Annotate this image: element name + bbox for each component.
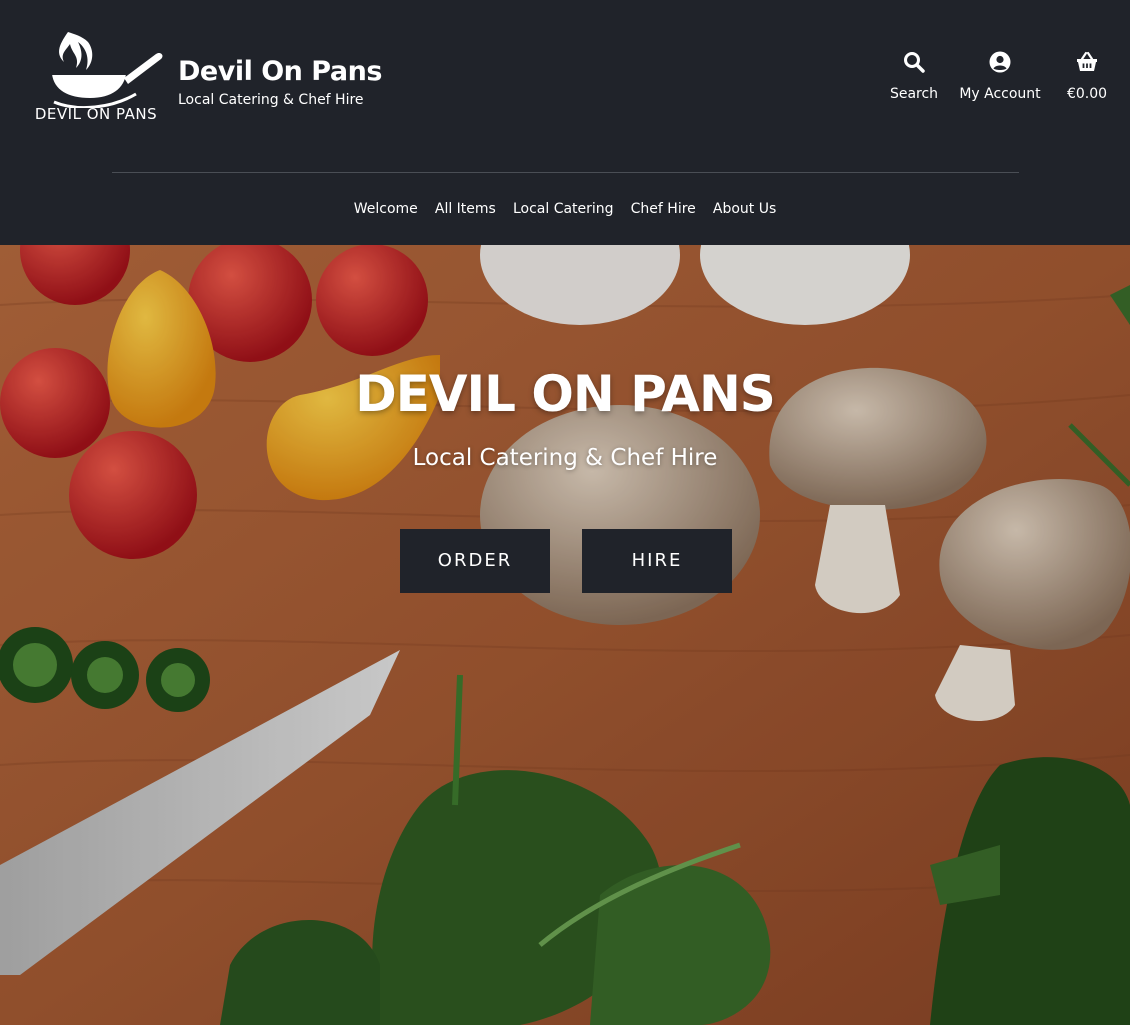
- nav-chef-hire[interactable]: Chef Hire: [631, 201, 696, 217]
- hero-background-image: [0, 245, 1130, 1025]
- logo-text: DEVIL ON PANS: [34, 105, 158, 123]
- nav-welcome[interactable]: Welcome: [354, 201, 418, 217]
- cart-button[interactable]: €0.00: [1062, 50, 1112, 102]
- site-logo[interactable]: DEVIL ON PANS: [28, 28, 168, 126]
- hero-banner: DEVIL ON PANS Local Catering & Chef Hire…: [0, 245, 1130, 1025]
- nav-all-items[interactable]: All Items: [435, 201, 496, 217]
- order-button[interactable]: ORDER: [400, 529, 550, 593]
- main-nav: Welcome All Items Local Catering Chef Hi…: [0, 198, 1130, 217]
- account-icon: [989, 51, 1011, 73]
- nav-local-catering[interactable]: Local Catering: [513, 201, 614, 217]
- hero-subtitle: Local Catering & Chef Hire: [412, 445, 718, 471]
- nav-about-us[interactable]: About Us: [713, 201, 776, 217]
- search-button[interactable]: Search: [887, 50, 941, 102]
- hire-button[interactable]: HIRE: [582, 529, 732, 593]
- header-divider: [112, 172, 1019, 173]
- basket-icon: [1077, 51, 1097, 71]
- search-label: Search: [889, 86, 939, 102]
- site-header: DEVIL ON PANS Devil On Pans Local Cateri…: [0, 0, 1130, 245]
- my-account-button[interactable]: My Account: [950, 50, 1050, 102]
- search-icon: [904, 52, 925, 73]
- hero-title: DEVIL ON PANS: [355, 365, 776, 423]
- site-title[interactable]: Devil On Pans: [178, 55, 382, 89]
- my-account-label: My Account: [959, 86, 1041, 102]
- brand: Devil On Pans Local Catering & Chef Hire: [178, 55, 382, 109]
- site-tagline: Local Catering & Chef Hire: [178, 92, 364, 108]
- cart-total: €0.00: [1066, 86, 1108, 102]
- flaming-pan-icon: [52, 32, 163, 108]
